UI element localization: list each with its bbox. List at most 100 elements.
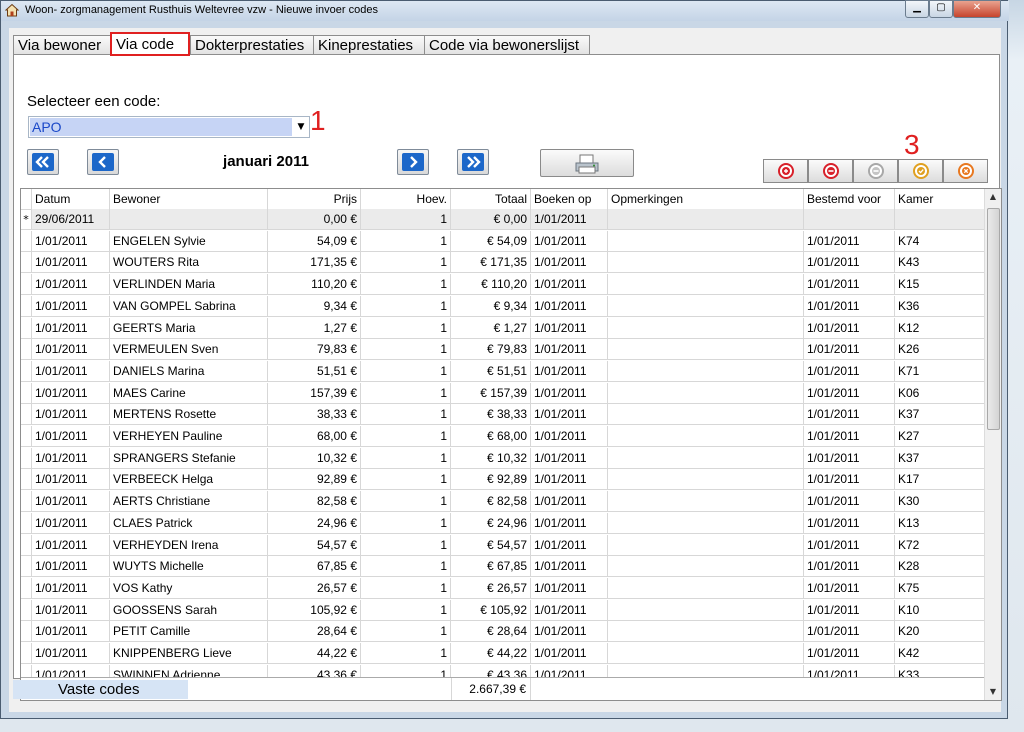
cell-bestemd-voor[interactable]: 1/01/2011 (804, 664, 895, 677)
table-row[interactable]: 1/01/2011 VERLINDEN Maria 110,20 €1 € 110,2… (21, 274, 985, 296)
cell-hoev[interactable]: 1 (361, 426, 451, 447)
cell-totaal[interactable]: € 171,35 (451, 252, 531, 274)
cell-totaal[interactable]: € 1,27 (451, 317, 531, 339)
cell-kamer[interactable]: K75 (895, 577, 985, 599)
cell-opmerkingen[interactable] (608, 556, 804, 578)
cell-bestemd-voor[interactable]: 1/01/2011 (804, 295, 895, 317)
cell-totaal[interactable]: € 105,92 (451, 599, 531, 621)
table-row[interactable]: 1/01/2011 DANIELS Marina 51,51 €1 € 51,51 1/… (21, 360, 985, 383)
cell-bestemd-voor[interactable]: 1/01/2011 (804, 274, 895, 296)
cell-bewoner[interactable]: ENGELEN Sylvie (110, 230, 268, 252)
cell-kamer[interactable]: K42 (895, 643, 985, 664)
cell-datum[interactable]: 1/01/2011 (32, 382, 110, 404)
cell-datum[interactable]: 1/01/2011 (32, 664, 110, 677)
row-selector[interactable] (21, 252, 32, 274)
row-selector[interactable] (21, 491, 32, 513)
cell-bewoner[interactable]: GOOSSENS Sarah (110, 599, 268, 621)
cell-kamer[interactable]: K28 (895, 556, 985, 578)
cell-opmerkingen[interactable] (608, 469, 804, 491)
cell-datum[interactable]: 29/06/2011 (32, 209, 110, 230)
cell-boeken-op[interactable]: 1/01/2011 (531, 404, 608, 426)
cell-prijs[interactable]: 82,58 € (268, 491, 361, 513)
cell-totaal[interactable]: € 92,89 (451, 469, 531, 491)
cell-bewoner[interactable]: DANIELS Marina (110, 360, 268, 382)
cell-bewoner[interactable]: SWINNEN Adrienne (110, 664, 268, 677)
cell-bewoner[interactable]: VERHEYDEN Irena (110, 534, 268, 556)
col-boeken-op[interactable]: Boeken op (531, 189, 608, 209)
cell-opmerkingen[interactable] (608, 577, 804, 599)
cell-boeken-op[interactable]: 1/01/2011 (531, 534, 608, 556)
table-row[interactable]: 1/01/2011 AERTS Christiane 82,58 €1 € 82,58… (21, 491, 985, 513)
cell-kamer[interactable]: K15 (895, 274, 985, 296)
scrollbar-thumb[interactable] (987, 208, 1000, 430)
cell-boeken-op[interactable]: 1/01/2011 (531, 664, 608, 677)
cell-hoev[interactable]: 1 (361, 447, 451, 469)
cell-datum[interactable]: 1/01/2011 (32, 317, 110, 339)
cell-bestemd-voor[interactable]: 1/01/2011 (804, 643, 895, 664)
cell-boeken-op[interactable]: 1/01/2011 (531, 599, 608, 621)
cell-prijs[interactable]: 68,00 € (268, 426, 361, 447)
row-selector[interactable] (21, 382, 32, 404)
cell-prijs[interactable]: 51,51 € (268, 360, 361, 382)
cell-kamer[interactable]: K26 (895, 339, 985, 361)
cell-prijs[interactable]: 0,00 € (268, 209, 361, 230)
table-row[interactable]: 1/01/2011 WUYTS Michelle 67,85 €1 € 67,85 1/… (21, 556, 985, 578)
cell-opmerkingen[interactable] (608, 382, 804, 404)
table-row[interactable]: 1/01/2011 ENGELEN Sylvie 54,09 €1 € 54,09 1/… (21, 230, 985, 253)
previous-month-button[interactable] (87, 149, 119, 175)
cell-totaal[interactable]: € 26,57 (451, 577, 531, 599)
cell-prijs[interactable]: 28,64 € (268, 621, 361, 643)
cell-hoev[interactable]: 1 (361, 382, 451, 404)
cell-bewoner[interactable]: SPRANGERS Stefanie (110, 447, 268, 469)
row-selector[interactable] (21, 534, 32, 556)
cell-kamer[interactable]: K20 (895, 621, 985, 643)
cell-kamer[interactable]: K43 (895, 252, 985, 274)
cell-kamer[interactable]: K27 (895, 426, 985, 447)
cell-bestemd-voor[interactable]: 1/01/2011 (804, 230, 895, 252)
tab-dokterprestaties[interactable]: Dokterprestaties (190, 35, 314, 55)
cell-prijs[interactable]: 44,22 € (268, 643, 361, 664)
cell-datum[interactable]: 1/01/2011 (32, 360, 110, 382)
cell-datum[interactable]: 1/01/2011 (32, 447, 110, 469)
cell-prijs[interactable]: 10,32 € (268, 447, 361, 469)
cell-bewoner[interactable]: VOS Kathy (110, 577, 268, 599)
cell-totaal[interactable]: € 9,34 (451, 295, 531, 317)
cell-prijs[interactable]: 1,27 € (268, 317, 361, 339)
cell-kamer[interactable]: K36 (895, 295, 985, 317)
row-selector[interactable] (21, 274, 32, 296)
cell-kamer[interactable]: K06 (895, 382, 985, 404)
cell-datum[interactable]: 1/01/2011 (32, 339, 110, 361)
cell-hoev[interactable]: 1 (361, 621, 451, 643)
cell-prijs[interactable]: 38,33 € (268, 404, 361, 426)
row-selector[interactable] (21, 360, 32, 382)
cell-datum[interactable]: 1/01/2011 (32, 621, 110, 643)
cell-prijs[interactable]: 54,09 € (268, 230, 361, 252)
cell-prijs[interactable]: 67,85 € (268, 556, 361, 578)
cell-opmerkingen[interactable] (608, 404, 804, 426)
delete-record-button[interactable] (808, 159, 853, 183)
cell-prijs[interactable]: 171,35 € (268, 252, 361, 274)
cell-totaal[interactable]: € 67,85 (451, 556, 531, 578)
cell-boeken-op[interactable]: 1/01/2011 (531, 339, 608, 361)
row-selector[interactable] (21, 339, 32, 361)
cell-boeken-op[interactable]: 1/01/2011 (531, 577, 608, 599)
first-month-button[interactable] (27, 149, 59, 175)
cell-totaal[interactable]: € 79,83 (451, 339, 531, 361)
cell-boeken-op[interactable]: 1/01/2011 (531, 317, 608, 339)
print-button[interactable] (540, 149, 634, 177)
cell-bestemd-voor[interactable]: 1/01/2011 (804, 491, 895, 513)
col-totaal[interactable]: Totaal (451, 189, 531, 209)
table-row[interactable]: 1/01/2011 PETIT Camille 28,64 €1 € 28,64 1/0… (21, 621, 985, 643)
cell-prijs[interactable]: 24,96 € (268, 512, 361, 534)
cell-kamer[interactable]: K13 (895, 512, 985, 534)
cell-hoev[interactable]: 1 (361, 274, 451, 296)
row-selector[interactable] (21, 512, 32, 534)
cell-bestemd-voor[interactable]: 1/01/2011 (804, 447, 895, 469)
grid-vertical-scrollbar[interactable]: ▲ ▼ (984, 189, 1001, 700)
cell-opmerkingen[interactable] (608, 209, 804, 230)
cell-datum[interactable]: 1/01/2011 (32, 491, 110, 513)
add-record-button[interactable] (763, 159, 808, 183)
cell-opmerkingen[interactable] (608, 317, 804, 339)
tab-via-code[interactable]: Via code (110, 32, 190, 56)
cell-bewoner[interactable]: PETIT Camille (110, 621, 268, 643)
